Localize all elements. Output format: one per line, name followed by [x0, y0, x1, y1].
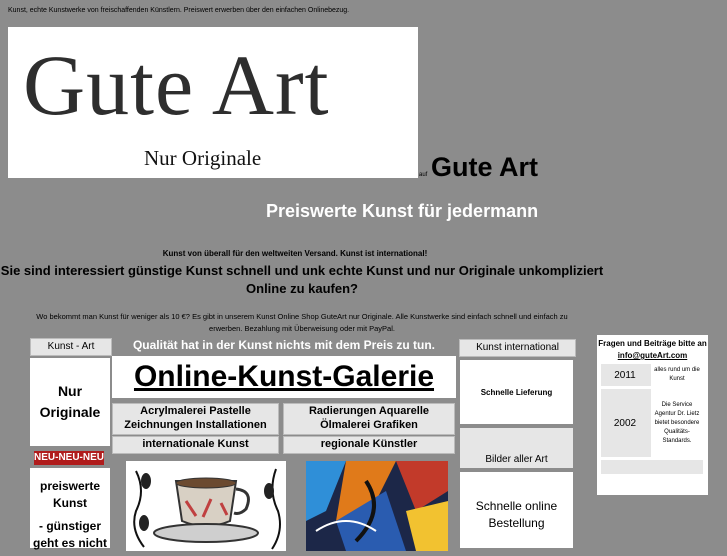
online-bestellung-box[interactable]: Schnelle online Bestellung — [460, 472, 573, 548]
guenstiger-label: - günstiger geht es nicht — [32, 519, 107, 550]
contact-email-link[interactable]: info@guteArt.com — [618, 351, 688, 360]
nur-originale-box[interactable]: Nur Originale — [30, 358, 110, 446]
quality-statement: Qualität hat in der Kunst nichts mit dem… — [132, 338, 436, 352]
artwork-coffee-cup-image[interactable] — [126, 461, 286, 551]
category-regional[interactable]: regionale Künstler — [283, 436, 455, 454]
international-note: Kunst von überall für den weltweiten Ver… — [162, 249, 428, 258]
bilder-aller-art-box[interactable]: Bilder aller Art — [460, 428, 573, 468]
category-link-painting[interactable]: Acrylmalerei Pastelle Zeichnungen Instal… — [112, 403, 279, 435]
sidebar-year: 2002 — [613, 417, 637, 429]
preiswerte-kunst-box[interactable]: preiswerte Kunst - günstiger geht es nic… — [30, 468, 110, 550]
contact-question: Fragen und Beiträge bitte an — [598, 339, 707, 348]
schnelle-lieferung-box[interactable]: Schnelle Lieferung — [460, 360, 573, 424]
sidebar-row-text: alles rund um die Kunst — [651, 364, 703, 386]
preiswerte-label: preiswerte Kunst — [39, 479, 101, 510]
category-link-graphics[interactable]: Radierungen Aquarelle Ölmalerei Grafiken — [283, 403, 455, 435]
category-oelmalerei-grafiken: Ölmalerei Grafiken — [320, 419, 418, 431]
new-badge: NEU-NEU-NEU — [34, 451, 104, 465]
sidebar-row: 2002 Die Service Agentur Dr. Lietz biete… — [601, 389, 703, 457]
logo-title: Gute Art — [23, 37, 330, 133]
kunst-art-link[interactable]: Kunst - Art — [30, 338, 112, 356]
logo-subtitle: Nur Originale — [144, 146, 262, 170]
intro-headline: Sie sind interessiert günstige Kunst sch… — [0, 263, 604, 296]
sidebar-row: 2011 alles rund um die Kunst — [601, 364, 703, 386]
logo[interactable]: Gute Art Nur Originale — [8, 27, 418, 178]
site-name: Gute Art — [431, 152, 538, 182]
site-subtitle: Preiswerte Kunst für jedermann — [266, 201, 539, 221]
gallery-title[interactable]: Online-Kunst-Galerie — [112, 356, 456, 398]
category-international[interactable]: internationale Kunst — [112, 436, 279, 454]
artwork-abstract-image[interactable] — [306, 461, 448, 551]
contact-text: Fragen und Beiträge bitte an info@guteAr… — [597, 338, 708, 362]
kunst-international-link[interactable]: Kunst international — [459, 339, 576, 357]
intro-description: Wo bekommt man Kunst für weniger als 10 … — [36, 312, 568, 333]
auf-label: auf — [419, 172, 428, 178]
category-acryl-pastelle: Acrylmalerei Pastelle — [140, 405, 251, 417]
sidebar-empty-row — [601, 460, 703, 474]
category-radierungen-aquarelle: Radierungen Aquarelle — [308, 405, 429, 417]
category-zeichnungen-installationen: Zeichnungen Installationen — [124, 419, 267, 431]
contact-sidebar: Fragen und Beiträge bitte an info@guteAr… — [597, 335, 708, 495]
sidebar-row-text: Die Service Agentur Dr. Lietz bietet bes… — [651, 389, 703, 457]
sidebar-year: 2011 — [614, 369, 636, 381]
tagline: Kunst, echte Kunstwerke von freischaffen… — [8, 7, 350, 14]
